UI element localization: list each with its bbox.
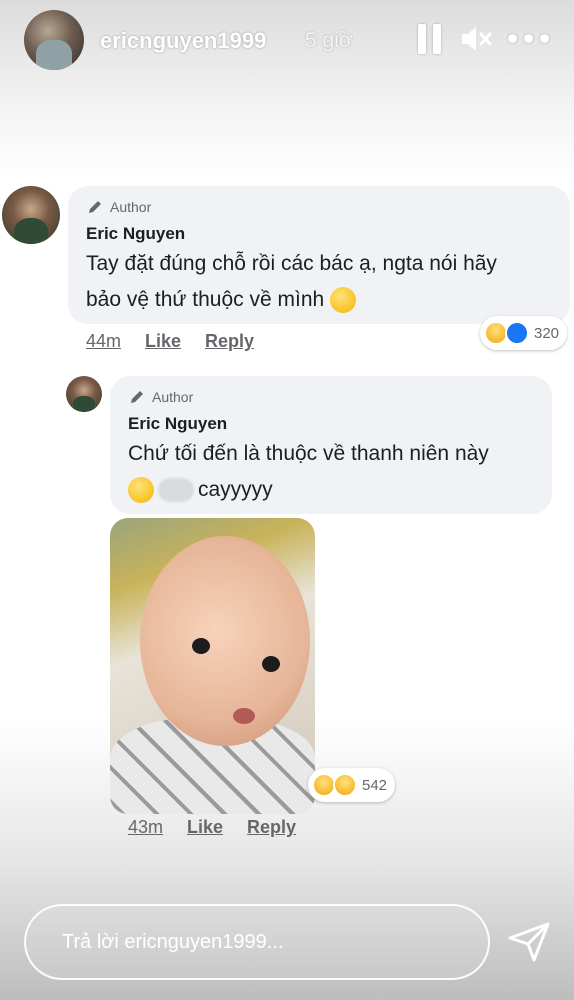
commenter-avatar[interactable] xyxy=(2,186,60,244)
sad-reaction-icon xyxy=(333,773,357,797)
reaction-count: 320 xyxy=(534,324,560,342)
kissing-emoji-icon xyxy=(330,287,357,314)
like-reaction-icon xyxy=(505,321,529,345)
reply-input[interactable]: Trả lời ericnguyen1999... xyxy=(24,904,490,980)
comment-text-line: Chứ tối đến là thuộc về thanh niên này xyxy=(128,442,489,465)
pause-icon[interactable] xyxy=(418,24,442,54)
reaction-count: 542 xyxy=(362,776,388,794)
photo-baby-face xyxy=(140,536,310,746)
smile-emoji-icon xyxy=(128,477,154,504)
reply-button[interactable]: Reply xyxy=(205,331,254,352)
story-header: ericnguyen1999 5 giờ xyxy=(0,0,574,80)
more-icon[interactable] xyxy=(508,34,550,44)
send-icon[interactable] xyxy=(506,918,552,964)
commenter-avatar[interactable] xyxy=(66,376,102,412)
reply-button[interactable]: Reply xyxy=(247,817,296,838)
comment-text: Tay đặt đúng chỗ rồi các bác ạ, ngta nói… xyxy=(86,246,552,318)
comment-time[interactable]: 43m xyxy=(128,817,163,838)
story-time: 5 giờ xyxy=(305,29,353,52)
comment-text-line: cayyyyy xyxy=(198,478,273,501)
comment-bubble: Author Eric Nguyen Chứ tối đến là thuộc … xyxy=(110,376,552,514)
author-badge-label: Author xyxy=(152,389,194,405)
photo-eye xyxy=(192,638,210,654)
blurred-mention xyxy=(158,478,194,503)
comment-author-name[interactable]: Eric Nguyen xyxy=(128,414,534,434)
pen-icon xyxy=(89,201,101,213)
comment-bubble: Author Eric Nguyen Tay đặt đúng chỗ rồi … xyxy=(68,186,570,324)
story-avatar[interactable] xyxy=(24,10,84,70)
comment-text-line: bảo vệ thứ thuộc về mình xyxy=(86,288,325,311)
author-badge: Author xyxy=(86,198,552,216)
reaction-summary[interactable]: 542 xyxy=(308,768,396,802)
comment-photo[interactable] xyxy=(110,518,315,814)
comment-actions: 44m Like Reply xyxy=(86,331,254,352)
photo-eye xyxy=(262,656,280,672)
comment-text: Chứ tối đến là thuộc về thanh niên này c… xyxy=(128,436,534,508)
story-username[interactable]: ericnguyen1999 xyxy=(100,28,266,54)
reply-input-placeholder: Trả lời ericnguyen1999... xyxy=(62,930,284,953)
reaction-summary[interactable]: 320 xyxy=(480,316,568,350)
author-badge: Author xyxy=(128,388,534,406)
mute-icon[interactable] xyxy=(460,24,494,54)
comment-actions: 43m Like Reply xyxy=(128,817,296,838)
photo-mouth xyxy=(233,708,255,724)
like-button[interactable]: Like xyxy=(187,817,223,838)
comment-author-name[interactable]: Eric Nguyen xyxy=(86,224,552,244)
comment-time[interactable]: 44m xyxy=(86,331,121,352)
like-button[interactable]: Like xyxy=(145,331,181,352)
author-badge-label: Author xyxy=(110,199,152,215)
pen-icon xyxy=(131,391,143,403)
comment-text-line: Tay đặt đúng chỗ rồi các bác ạ, ngta nói… xyxy=(86,252,497,275)
